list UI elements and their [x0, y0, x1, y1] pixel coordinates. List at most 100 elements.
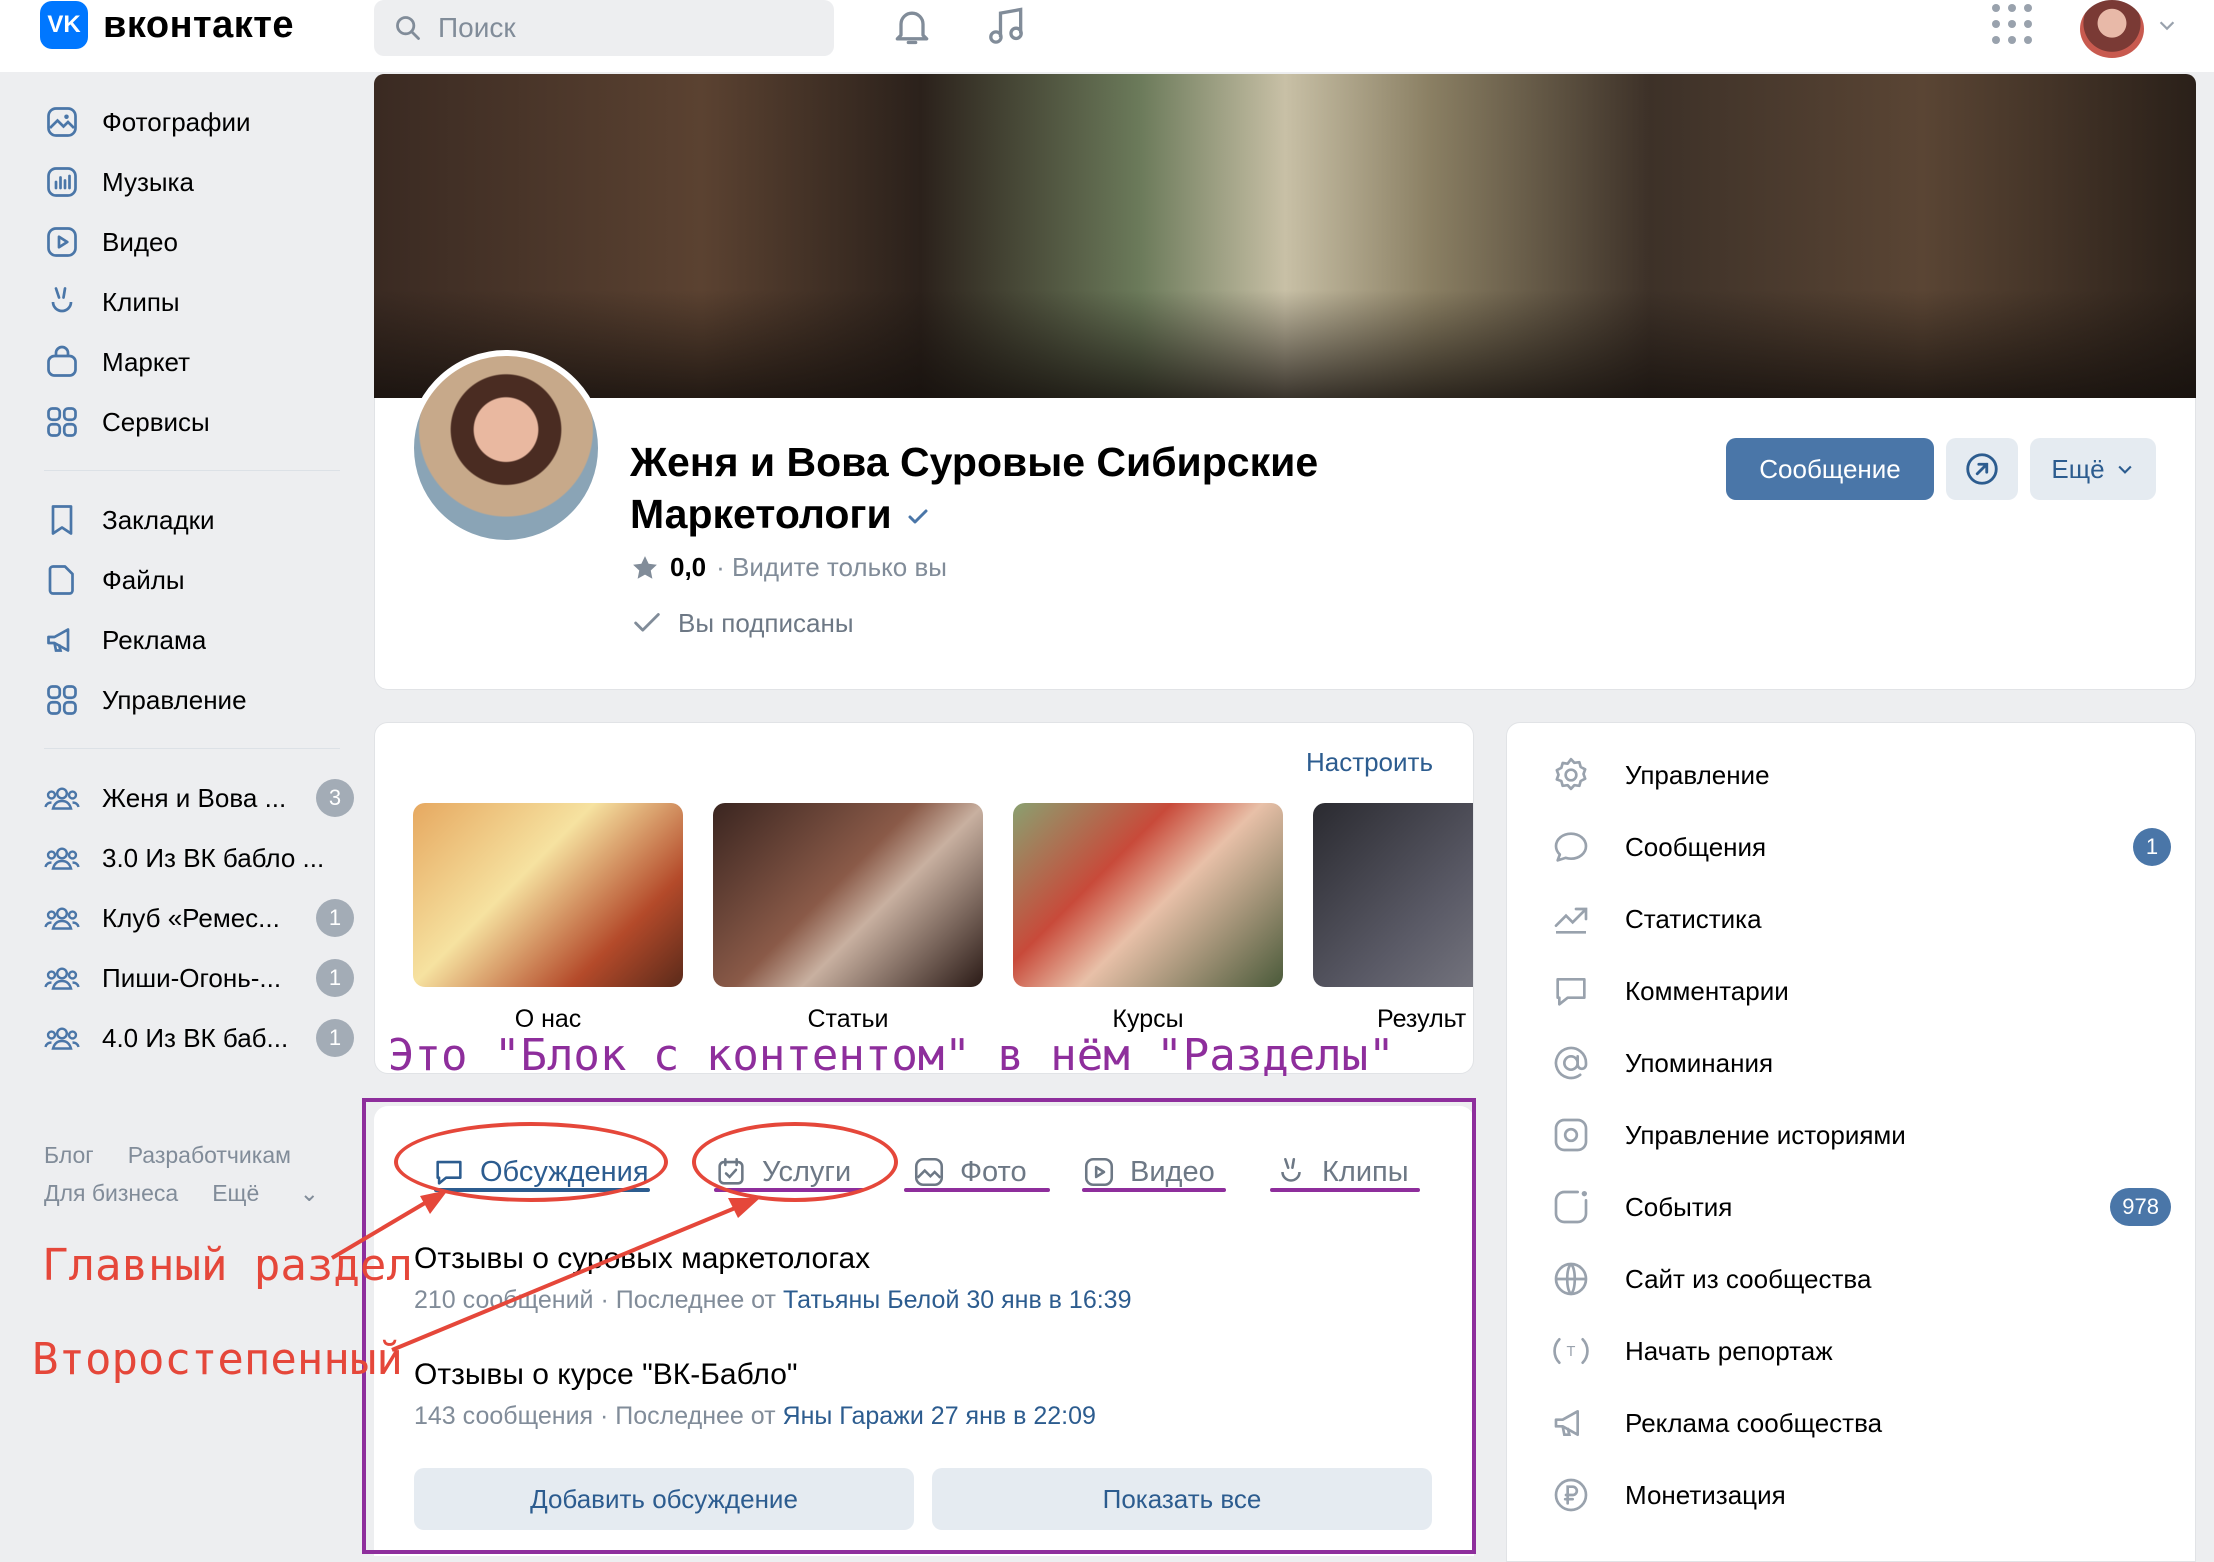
- share-button[interactable]: [1946, 438, 2018, 500]
- search-icon: [396, 16, 420, 40]
- annotation-secondary: Второстепенный: [32, 1334, 403, 1385]
- topic-item[interactable]: Отзывы о курсе "ВК-Бабло" 143 сообщения …: [414, 1358, 1096, 1431]
- star-icon: [633, 555, 657, 579]
- gear-icon: [1555, 757, 1587, 791]
- sidebar-item-bookmarks[interactable]: Закладки: [44, 495, 354, 545]
- sidebar-group-1[interactable]: Женя и Вова ... 3: [44, 773, 354, 823]
- sidebar-item-clips[interactable]: Клипы: [44, 277, 354, 327]
- footer-link-more[interactable]: Ещё ⌄: [212, 1180, 319, 1206]
- sidebar-item-market[interactable]: Маркет: [44, 337, 354, 387]
- menu-item-statistics[interactable]: Статистика: [1551, 891, 2171, 947]
- sidebar-group-2[interactable]: 3.0 Из ВК бабло ...: [44, 833, 354, 883]
- topic-title[interactable]: Отзывы о курсе "ВК-Бабло": [414, 1358, 1096, 1392]
- photo-icon: [914, 1157, 944, 1187]
- rating-row: 0,0 · Видите только вы: [630, 552, 947, 583]
- section-card-results[interactable]: Результ: [1313, 803, 1473, 1034]
- show-all-button[interactable]: Показать все: [932, 1468, 1432, 1530]
- vk-logo[interactable]: VK вконтакте: [40, 0, 294, 50]
- user-avatar[interactable]: [2080, 0, 2144, 58]
- events-count-badge: 978: [2110, 1188, 2171, 1226]
- section-thumbnail: [413, 803, 683, 987]
- mention-icon: [1554, 1046, 1588, 1080]
- ruble-icon: [1554, 1478, 1588, 1512]
- subscribed-status[interactable]: Вы подписаны: [630, 606, 854, 640]
- live-icon: T: [1553, 1338, 1589, 1364]
- sidebar-item-photos[interactable]: Фотографии: [44, 97, 354, 147]
- sidebar-group-3[interactable]: Клуб «Ремес... 1: [44, 893, 354, 943]
- footer-link-developers[interactable]: Разработчикам: [128, 1142, 291, 1168]
- sidebar-divider: [44, 748, 340, 749]
- section-card-articles[interactable]: Статьи: [713, 803, 983, 1034]
- topic-date-link[interactable]: 27 янв в 22:09: [931, 1402, 1096, 1430]
- tab-underline-marker: [1270, 1188, 1420, 1192]
- stats-icon: [1554, 907, 1588, 934]
- configure-link[interactable]: Настроить: [1306, 747, 1433, 778]
- cover-image: [374, 74, 2196, 400]
- services-icon: [47, 407, 77, 437]
- footer-link-blog[interactable]: Блог: [44, 1142, 94, 1168]
- menu-item-monetization[interactable]: Монетизация: [1551, 1467, 2171, 1523]
- sidebar-item-manage[interactable]: Управление: [44, 675, 354, 725]
- section-thumbnail: [1013, 803, 1283, 987]
- apps-grid-icon[interactable]: [1992, 4, 2032, 44]
- sidebar-item-services[interactable]: Сервисы: [44, 397, 354, 447]
- menu-item-live[interactable]: T Начать репортаж: [1551, 1323, 2171, 1379]
- file-icon: [48, 565, 74, 595]
- globe-icon: [1554, 1262, 1588, 1296]
- verified-check-icon: [908, 509, 928, 524]
- community-name: Женя и Вова Суровые Сибирские Маркетолог…: [630, 439, 1319, 537]
- sidebar-item-video[interactable]: Видео: [44, 217, 354, 267]
- footer-link-business[interactable]: Для бизнеса: [44, 1180, 178, 1206]
- sidebar-item-music[interactable]: Музыка: [44, 157, 354, 207]
- section-card-courses[interactable]: Курсы: [1013, 803, 1283, 1034]
- community-admin-menu: Управление Сообщения 1 Статистика Коммен…: [1506, 722, 2196, 1562]
- topic-author-link[interactable]: Яны Гаражи: [783, 1402, 924, 1430]
- menu-item-messages[interactable]: Сообщения 1: [1551, 819, 2171, 875]
- manage-icon: [47, 685, 77, 715]
- sidebar-group-5[interactable]: 4.0 Из ВК баб... 1: [44, 1013, 354, 1063]
- community-avatar[interactable]: [408, 350, 604, 546]
- chevron-down-icon[interactable]: [2156, 14, 2178, 36]
- group-icon: [44, 847, 80, 870]
- group-icon: [44, 787, 80, 810]
- bell-icon[interactable]: [890, 4, 934, 48]
- tab-underline-marker: [1082, 1188, 1226, 1192]
- menu-item-events[interactable]: События 978: [1551, 1179, 2171, 1235]
- sidebar-item-ads[interactable]: Реклама: [44, 615, 354, 665]
- section-thumbnail: [713, 803, 983, 987]
- annotation-ellipse-secondary: [692, 1122, 898, 1202]
- sidebar-group-4[interactable]: Пиши-Огонь-... 1: [44, 953, 354, 1003]
- sidebar-divider: [44, 470, 340, 471]
- section-thumbnail: [1313, 803, 1473, 987]
- chevron-down-icon: [2117, 465, 2132, 474]
- annotation-content-block: Это "Блок с контентом" в нём "Разделы": [388, 1030, 1395, 1081]
- message-button[interactable]: Сообщение: [1726, 438, 1934, 500]
- menu-item-manage[interactable]: Управление: [1551, 747, 2171, 803]
- more-button[interactable]: Ещё: [2030, 438, 2156, 500]
- unread-badge: 3: [316, 779, 354, 817]
- menu-item-website[interactable]: Сайт из сообщества: [1551, 1251, 2171, 1307]
- section-card-about[interactable]: О нас: [413, 803, 683, 1034]
- topic-item[interactable]: Отзывы о суровых маркетологах 210 сообще…: [414, 1242, 1131, 1315]
- sidebar-item-files[interactable]: Файлы: [44, 555, 354, 605]
- bookmark-icon: [51, 505, 73, 535]
- menu-item-mentions[interactable]: Упоминания: [1551, 1035, 2171, 1091]
- video-icon: [1084, 1157, 1114, 1187]
- rating-value: 0,0: [670, 552, 707, 582]
- topic-date-link[interactable]: 30 янв в 16:39: [966, 1286, 1131, 1314]
- unread-badge: 1: [2133, 828, 2171, 866]
- svg-text:T: T: [1566, 1345, 1576, 1360]
- group-icon: [44, 967, 80, 990]
- content-block: Настроить О нас Статьи Курсы Результ: [374, 722, 1474, 1074]
- topic-title[interactable]: Отзывы о суровых маркетологах: [414, 1242, 1131, 1276]
- unread-badge: 1: [316, 959, 354, 997]
- group-icon: [44, 907, 80, 930]
- topic-author-link[interactable]: Татьяны Белой: [783, 1286, 959, 1314]
- market-icon: [47, 345, 77, 377]
- search-input[interactable]: Поиск: [374, 0, 834, 56]
- add-discussion-button[interactable]: Добавить обсуждение: [414, 1468, 914, 1530]
- menu-item-comments[interactable]: Комментарии: [1551, 963, 2171, 1019]
- music-note-icon[interactable]: [984, 4, 1028, 48]
- menu-item-stories[interactable]: Управление историями: [1551, 1107, 2171, 1163]
- menu-item-community-ads[interactable]: Реклама сообщества: [1551, 1395, 2171, 1451]
